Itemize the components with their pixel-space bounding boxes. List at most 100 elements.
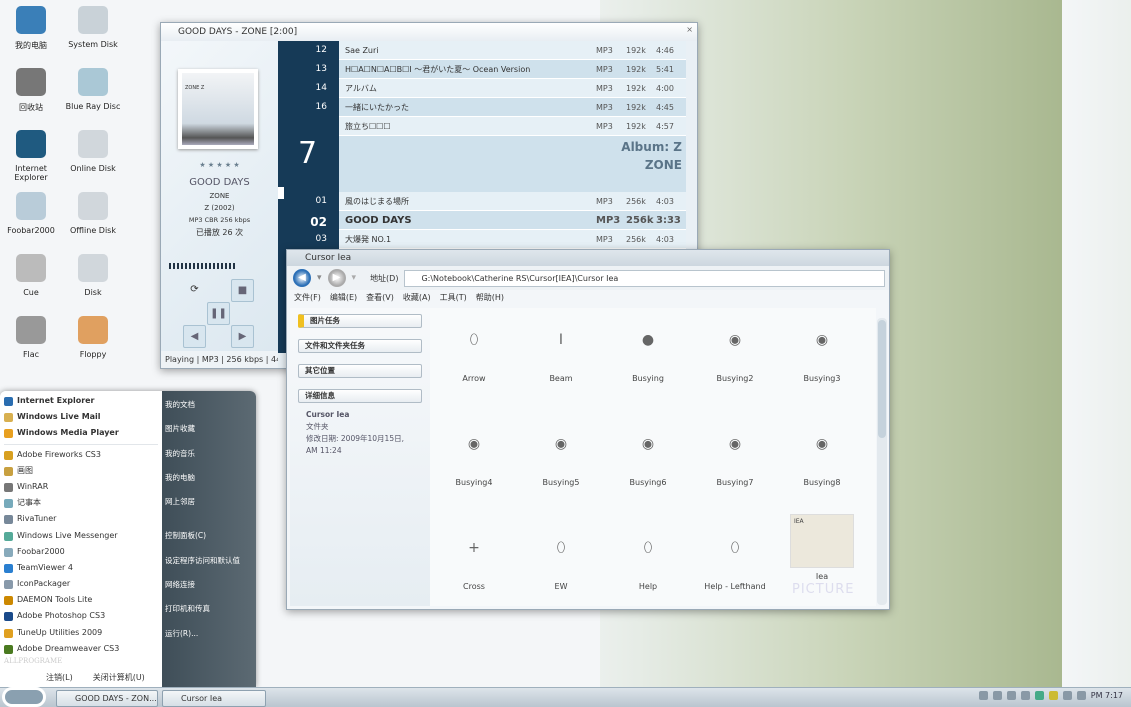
playlist-row[interactable]: 旅立ち☐☐☐ MP3 192k 4:57 (339, 117, 686, 136)
file-item[interactable]: ◉ Busying7 (700, 436, 770, 487)
start-program-item[interactable]: IconPackager (0, 576, 162, 592)
start-right-item[interactable]: 网上邻居 (162, 490, 256, 514)
desktop-icon[interactable]: 我的电脑 (0, 6, 63, 51)
playlist-row[interactable]: H☐A☐N☐A☐B☐I ～君がいた夏～ Ocean Version MP3 192k… (339, 60, 686, 79)
playlist-row[interactable]: 風のはじまる場所 MP3 256k 4:03 (339, 192, 686, 211)
address-input[interactable]: G:\Notebook\Catherine RS\Cursor[IEA]\Cur… (404, 269, 885, 287)
playlist-scroll-handle[interactable] (278, 187, 284, 199)
file-item[interactable]: ◉ Busying5 (526, 436, 596, 487)
start-right-item[interactable]: 我的音乐 (162, 442, 256, 466)
task-section[interactable]: 其它位置 (298, 364, 422, 378)
file-item[interactable]: ⬯ Arrow (439, 332, 509, 383)
file-item[interactable]: I Beam (526, 332, 596, 383)
start-right-item[interactable]: 我的电脑 (162, 466, 256, 490)
desktop-icon[interactable]: System Disk (61, 6, 125, 49)
all-programs-label[interactable]: ALLPROGRAME (0, 657, 162, 665)
rating-stars[interactable]: ★ ★ ★ ★ ★ (161, 161, 278, 169)
desktop-icon[interactable]: 回收站 (0, 68, 63, 113)
start-program-item[interactable]: DAEMON Tools Lite (0, 592, 162, 608)
taskbar-button-player[interactable]: GOOD DAYS - ZON... (56, 690, 158, 707)
next-button[interactable]: ▶ (231, 325, 254, 348)
logoff-button[interactable]: 注销(L) (46, 672, 73, 683)
forward-dropdown-icon[interactable]: ▾ (352, 273, 357, 283)
start-program-item[interactable]: Windows Live Messenger (0, 528, 162, 544)
desktop-icon[interactable]: Cue (0, 254, 63, 297)
start-right-item[interactable]: 打印机和传真 (162, 597, 256, 621)
file-item[interactable]: ● Busying (613, 332, 683, 383)
desktop-icon[interactable]: Internet Explorer (0, 130, 63, 182)
start-pinned-item[interactable]: Windows Live Mail (0, 409, 162, 425)
file-item[interactable]: ◉ Busying6 (613, 436, 683, 487)
stop-button[interactable]: ■ (231, 279, 254, 302)
file-item[interactable]: ◉ Busying3 (787, 332, 857, 383)
start-program-item[interactable]: WinRAR (0, 479, 162, 495)
menu-item[interactable]: 工具(T) (440, 290, 467, 306)
start-right-item[interactable]: 运行(R)... (162, 622, 256, 646)
menu-item[interactable]: 编辑(E) (330, 290, 357, 306)
start-program-item[interactable]: 画图 (0, 463, 162, 479)
desktop-icon[interactable]: Blue Ray Disc (61, 68, 125, 111)
start-right-item[interactable]: 设定程序访问和默认值 (162, 549, 256, 573)
playlist-row[interactable]: 大爆発 NO.1 MP3 256k 4:03 (339, 230, 686, 249)
file-item[interactable]: ◉ Busying8 (787, 436, 857, 487)
start-right-item[interactable]: 我的文档 (162, 393, 256, 417)
tray-icon[interactable] (1062, 691, 1072, 700)
start-program-item[interactable]: TeamViewer 4 (0, 560, 162, 576)
menu-item[interactable]: 收藏(A) (403, 290, 431, 306)
task-section[interactable]: 详细信息 (298, 389, 422, 403)
menu-item[interactable]: 帮助(H) (476, 290, 504, 306)
start-program-item[interactable]: Adobe Photoshop CS3 (0, 608, 162, 624)
start-pinned-item[interactable]: Internet Explorer (0, 393, 162, 409)
forward-button[interactable]: ▶ (327, 269, 346, 287)
close-icon[interactable]: × (686, 25, 693, 34)
file-item[interactable]: ◉ Busying4 (439, 436, 509, 487)
tray-icon[interactable] (1020, 691, 1030, 700)
file-item[interactable]: + Cross (439, 540, 509, 591)
desktop-icon[interactable]: Floppy (61, 316, 125, 359)
start-program-item[interactable]: RivaTuner (0, 511, 162, 527)
start-right-item[interactable]: 图片收藏 (162, 417, 256, 441)
scroll-thumb[interactable] (878, 320, 886, 438)
shutdown-button[interactable]: 关闭计算机(U) (93, 672, 145, 683)
tray-icon[interactable] (978, 691, 988, 700)
desktop-icon[interactable]: Offline Disk (61, 192, 125, 235)
tray-icon[interactable] (1006, 691, 1016, 700)
task-section[interactable]: 图片任务 (298, 314, 422, 328)
file-item[interactable]: ⬯ EW (526, 540, 596, 591)
volume-icon[interactable] (1076, 691, 1086, 700)
player-title[interactable]: GOOD DAYS - ZONE [2:00] (161, 23, 697, 41)
explorer-title[interactable]: Cursor Iea (287, 250, 889, 266)
file-item[interactable]: ⬯ Help (613, 540, 683, 591)
start-pinned-item[interactable]: Windows Media Player (0, 425, 162, 441)
playlist-row[interactable]: Sae Zuri MP3 192k 4:46 (339, 41, 686, 60)
clock[interactable]: PM 7:17 (1091, 691, 1123, 700)
menu-item[interactable]: 查看(V) (366, 290, 394, 306)
explorer-window[interactable]: Cursor Iea ◀ ▾ ▶ ▾ 地址(D) G:\Notebook\Cat… (286, 249, 890, 610)
playlist-row[interactable]: GOOD DAYS MP3 256k 3:33 (339, 211, 686, 230)
playlist-row[interactable]: 一緒にいたかった MP3 192k 4:45 (339, 98, 686, 117)
taskbar-button-explorer[interactable]: Cursor Iea (162, 690, 266, 707)
tray-icon[interactable] (1048, 691, 1058, 700)
start-program-item[interactable]: 记事本 (0, 495, 162, 511)
start-program-item[interactable]: Foobar2000 (0, 544, 162, 560)
previous-button[interactable]: ◀ (183, 325, 206, 348)
task-section[interactable]: 文件和文件夹任务 (298, 339, 422, 353)
desktop-icon[interactable]: Foobar2000 (0, 192, 63, 235)
start-program-item[interactable]: Adobe Dreamweaver CS3 (0, 641, 162, 657)
back-dropdown-icon[interactable]: ▾ (317, 273, 322, 283)
desktop-icon[interactable]: Disk (61, 254, 125, 297)
file-item[interactable]: ◉ Busying2 (700, 332, 770, 383)
file-item[interactable]: ⬯ Help - Lefthand (700, 540, 770, 591)
back-button[interactable]: ◀ (293, 269, 311, 287)
messenger-tray-icon[interactable] (1034, 691, 1044, 700)
start-button[interactable] (2, 687, 46, 707)
menu-item[interactable]: 文件(F) (294, 290, 321, 306)
desktop-icon[interactable]: Online Disk (61, 130, 125, 173)
desktop-icon[interactable]: Flac (0, 316, 63, 359)
start-program-item[interactable]: TuneUp Utilities 2009 (0, 625, 162, 641)
vertical-scrollbar[interactable] (877, 318, 887, 605)
repeat-button[interactable]: ⟳ (183, 279, 206, 302)
file-item[interactable]: IEA Iea (787, 514, 857, 581)
pause-button[interactable]: ❚❚ (207, 302, 230, 325)
tray-icon[interactable] (992, 691, 1002, 700)
